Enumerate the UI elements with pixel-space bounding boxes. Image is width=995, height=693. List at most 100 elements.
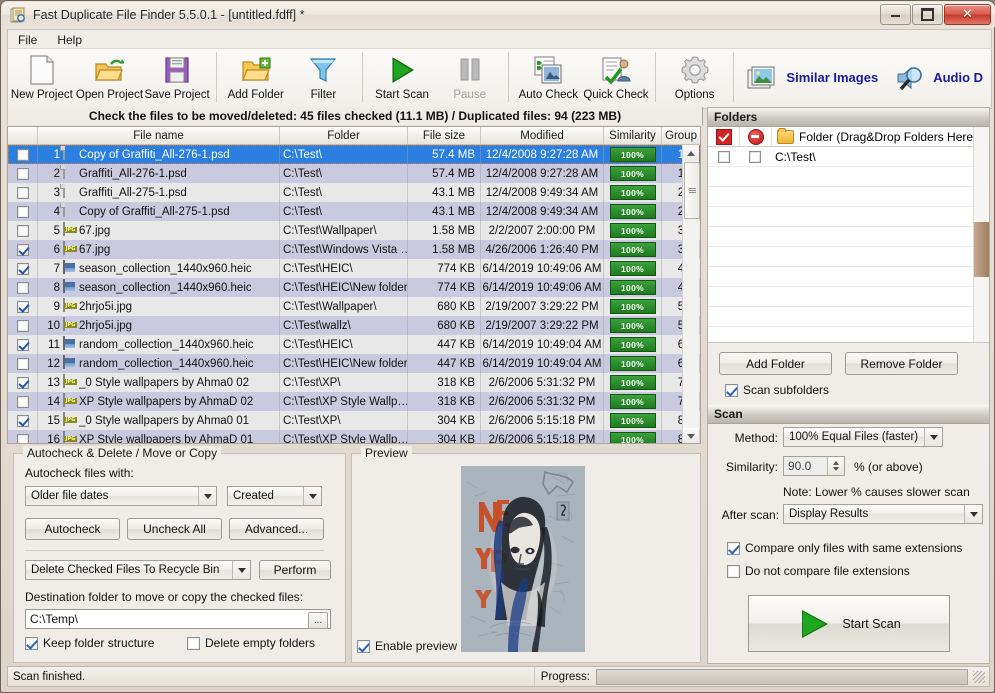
row-checkbox[interactable] — [17, 282, 29, 294]
menu-item-file[interactable]: File — [8, 31, 47, 49]
autocheck-button[interactable]: Autocheck — [25, 518, 120, 540]
maximize-button[interactable] — [912, 4, 943, 25]
row-checkbox-cell[interactable] — [8, 354, 38, 373]
table-row[interactable]: 3Graffiti_All-275-1.psdC:\Test\43.1 MB12… — [8, 183, 700, 202]
folders-scrollbar-thumb[interactable] — [974, 222, 989, 277]
table-row[interactable]: 1Copy of Graffiti_All-276-1.psdC:\Test\5… — [8, 145, 700, 164]
autocheck-date-kind-dropdown[interactable]: Created — [227, 486, 322, 506]
uncheck-all-button[interactable]: Uncheck All — [127, 518, 222, 540]
scan-method-dropdown[interactable]: 100% Equal Files (faster) — [783, 427, 943, 447]
destination-folder-input[interactable]: C:\Temp\ ... — [25, 609, 331, 629]
scroll-up-icon[interactable] — [683, 145, 699, 161]
folder-row[interactable]: C:\Test\ — [708, 147, 989, 167]
table-row[interactable]: 567.jpgC:\Test\Wallpaper\1.58 MB2/2/2007… — [8, 221, 700, 240]
toolbar-audio-duplicates[interactable]: Audio D — [886, 49, 991, 106]
toolbar-open-project[interactable]: Open Project — [76, 49, 144, 106]
delete-empty-folders-checkbox[interactable] — [187, 637, 200, 650]
toolbar-add-folder[interactable]: Add Folder — [222, 49, 290, 106]
row-checkbox-cell[interactable] — [8, 145, 38, 164]
table-row[interactable]: 13_0 Style wallpapers by Ahma0 02C:\Test… — [8, 373, 700, 392]
folder-include-cell[interactable] — [708, 151, 739, 163]
table-row[interactable]: 4Copy of Graffiti_All-275-1.psdC:\Test\4… — [8, 202, 700, 221]
column-header-checkbox[interactable] — [8, 127, 38, 144]
compare-same-extensions-checkbox[interactable] — [727, 542, 740, 555]
row-checkbox[interactable] — [17, 187, 29, 199]
table-row[interactable]: 92hrjo5i.jpgC:\Test\Wallpaper\680 KB2/19… — [8, 297, 700, 316]
column-header-folder[interactable]: Folder — [280, 127, 408, 144]
column-header-group[interactable]: Group — [662, 127, 701, 144]
scroll-down-icon[interactable] — [683, 428, 699, 444]
include-column-header[interactable] — [708, 127, 740, 146]
no-compare-extensions-row[interactable]: Do not compare file extensions — [727, 564, 910, 578]
browse-folder-button[interactable]: ... — [308, 612, 328, 629]
exclude-column-header[interactable] — [740, 127, 772, 146]
minimize-button[interactable] — [880, 4, 911, 25]
toolbar-filter[interactable]: Filter — [290, 49, 358, 106]
row-checkbox[interactable] — [17, 149, 29, 161]
row-checkbox[interactable] — [17, 301, 29, 313]
start-scan-button[interactable]: Start Scan — [748, 595, 950, 652]
toolbar-new-project[interactable]: New Project — [8, 49, 76, 106]
file-list-scrollbar[interactable] — [682, 145, 699, 444]
table-row[interactable]: 15_0 Style wallpapers by Ahma0 01C:\Test… — [8, 411, 700, 430]
row-checkbox[interactable] — [17, 434, 29, 445]
table-row[interactable]: 102hrjo5i.jpgC:\Test\wallz\680 KB2/19/20… — [8, 316, 700, 335]
row-checkbox[interactable] — [17, 168, 29, 180]
row-checkbox[interactable] — [17, 320, 29, 332]
row-checkbox[interactable] — [17, 415, 29, 427]
toolbar-quick-check[interactable]: Quick Check — [582, 49, 650, 106]
row-checkbox-cell[interactable] — [8, 259, 38, 278]
toolbar-auto-check[interactable]: Auto Check — [514, 49, 582, 106]
row-checkbox-cell[interactable] — [8, 297, 38, 316]
scrollbar-thumb[interactable] — [684, 162, 700, 219]
row-checkbox-cell[interactable] — [8, 430, 38, 444]
toolbar-options[interactable]: Options — [661, 49, 729, 106]
compare-same-extensions-row[interactable]: Compare only files with same extensions — [727, 541, 962, 555]
row-checkbox-cell[interactable] — [8, 202, 38, 221]
close-button[interactable]: ✕ — [944, 4, 991, 25]
row-checkbox-cell[interactable] — [8, 221, 38, 240]
folder-exclude-checkbox[interactable] — [749, 151, 761, 163]
row-checkbox-cell[interactable] — [8, 183, 38, 202]
row-checkbox[interactable] — [17, 396, 29, 408]
row-checkbox-cell[interactable] — [8, 373, 38, 392]
after-scan-dropdown[interactable]: Display Results — [783, 504, 983, 524]
row-checkbox[interactable] — [17, 263, 29, 275]
column-header-similarity[interactable]: Similarity — [604, 127, 662, 144]
keep-folder-structure-checkbox[interactable] — [25, 637, 38, 650]
row-checkbox-cell[interactable] — [8, 316, 38, 335]
row-checkbox-cell[interactable] — [8, 392, 38, 411]
folders-scrollbar[interactable] — [973, 127, 989, 342]
scan-subfolders-row[interactable]: Scan subfolders — [725, 383, 829, 397]
perform-button[interactable]: Perform — [259, 560, 331, 580]
action-dropdown[interactable]: Delete Checked Files To Recycle Bin — [25, 560, 251, 580]
keep-folder-structure-row[interactable]: Keep folder structure — [25, 636, 154, 650]
similarity-input[interactable]: 90.0 — [783, 456, 845, 476]
remove-folder-button[interactable]: Remove Folder — [845, 352, 958, 375]
table-row[interactable]: 667.jpgC:\Test\Windows Vista …1.58 MB4/2… — [8, 240, 700, 259]
table-row[interactable]: 8season_collection_1440x960.heicC:\Test\… — [8, 278, 700, 297]
column-header-modified[interactable]: Modified — [481, 127, 604, 144]
table-row[interactable]: 12random_collection_1440x960.heicC:\Test… — [8, 354, 700, 373]
row-checkbox-cell[interactable] — [8, 164, 38, 183]
row-checkbox[interactable] — [17, 377, 29, 389]
autocheck-criteria-dropdown[interactable]: Older file dates — [25, 486, 217, 506]
delete-empty-folders-row[interactable]: Delete empty folders — [187, 636, 315, 650]
menu-item-help[interactable]: Help — [47, 31, 92, 49]
toolbar-save-project[interactable]: Save Project — [143, 49, 211, 106]
row-checkbox[interactable] — [17, 206, 29, 218]
enable-preview-row[interactable]: Enable preview — [357, 639, 457, 653]
toolbar-pause[interactable]: Pause — [436, 49, 504, 106]
row-checkbox[interactable] — [17, 358, 29, 370]
table-row[interactable]: 7season_collection_1440x960.heicC:\Test\… — [8, 259, 700, 278]
no-compare-extensions-checkbox[interactable] — [727, 565, 740, 578]
table-row[interactable]: 16XP Style wallpapers by AhmaD 01C:\Test… — [8, 430, 700, 444]
folder-exclude-cell[interactable] — [739, 151, 770, 163]
table-row[interactable]: 2Graffiti_All-276-1.psdC:\Test\57.4 MB12… — [8, 164, 700, 183]
add-folder-button[interactable]: Add Folder — [719, 352, 832, 375]
row-checkbox[interactable] — [17, 339, 29, 351]
row-checkbox-cell[interactable] — [8, 240, 38, 259]
advanced-button[interactable]: Advanced... — [229, 518, 324, 540]
column-header-file-size[interactable]: File size — [408, 127, 481, 144]
row-checkbox-cell[interactable] — [8, 411, 38, 430]
